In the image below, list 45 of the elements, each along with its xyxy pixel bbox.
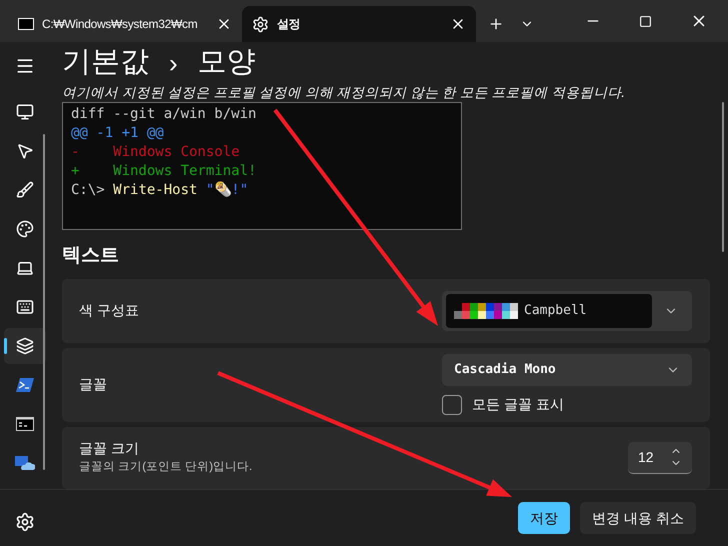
code-text: @@ -1 +1 @@ <box>71 125 164 141</box>
settings-icon[interactable] <box>15 512 35 532</box>
cancel-button[interactable]: 변경 내용 취소 <box>580 502 696 534</box>
section-title: 텍스트 <box>62 244 120 268</box>
code-text: diff --git a/win b/win <box>71 106 256 122</box>
tab[interactable]: 설정 <box>242 6 476 42</box>
number-field[interactable]: 12 <box>628 442 692 474</box>
sidebar-item[interactable] <box>4 328 46 364</box>
color-palette-icon <box>454 302 518 318</box>
layers-icon <box>16 336 34 354</box>
settings-icon <box>252 16 269 32</box>
save-button[interactable]: 저장 <box>518 502 570 534</box>
color-scheme-dropdown[interactable]: Campbell <box>442 290 692 330</box>
setting-label: 글꼴 크기 <box>79 439 140 458</box>
maximize-icon[interactable] <box>639 14 652 28</box>
checkbox-label: 모든 글꼴 표시 <box>472 395 564 414</box>
pointer-icon <box>16 142 34 160</box>
setting-label: 글꼴 <box>79 375 108 394</box>
terminal-icon <box>16 416 34 430</box>
brush-icon <box>16 180 34 198</box>
page-title: 모양 <box>198 45 256 80</box>
cloud-shell-icon <box>15 454 35 470</box>
setting-description: 글꼴의 크기(포인트 단위)입니다. <box>79 460 254 476</box>
plus-icon[interactable] <box>488 16 504 32</box>
tab-label: 설정 <box>277 16 302 33</box>
checkbox[interactable] <box>442 394 462 414</box>
dropdown-value: Campbell <box>524 302 587 320</box>
code-text: "🌯!" <box>206 182 248 198</box>
tab-label: C:₩Windows₩system32₩cm <box>42 16 198 33</box>
selection-indicator <box>4 338 7 354</box>
palette-icon <box>16 220 34 238</box>
code-text: + Windows Terminal! <box>71 163 256 179</box>
tab[interactable]: C:₩Windows₩system32₩cm <box>8 6 242 42</box>
terminal-icon <box>18 18 34 30</box>
powershell-icon <box>16 378 34 392</box>
monitor-icon <box>16 102 34 120</box>
setting-label: 색 구성표 <box>79 301 140 320</box>
keyboard-icon <box>16 298 34 316</box>
description: 여기에서 지정된 설정은 프로필 설정에 의해 재정의되지 않는 한 모든 프로필에 적용됩니다. <box>62 84 626 102</box>
code-text: Write-Host <box>113 182 198 198</box>
font-dropdown[interactable]: Cascadia Mono <box>442 354 692 386</box>
page-title: 기본값 <box>62 45 149 80</box>
code-text: C:\> <box>71 182 106 198</box>
code-text: - Windows Console <box>71 144 240 160</box>
breadcrumb-separator: › <box>169 46 178 80</box>
